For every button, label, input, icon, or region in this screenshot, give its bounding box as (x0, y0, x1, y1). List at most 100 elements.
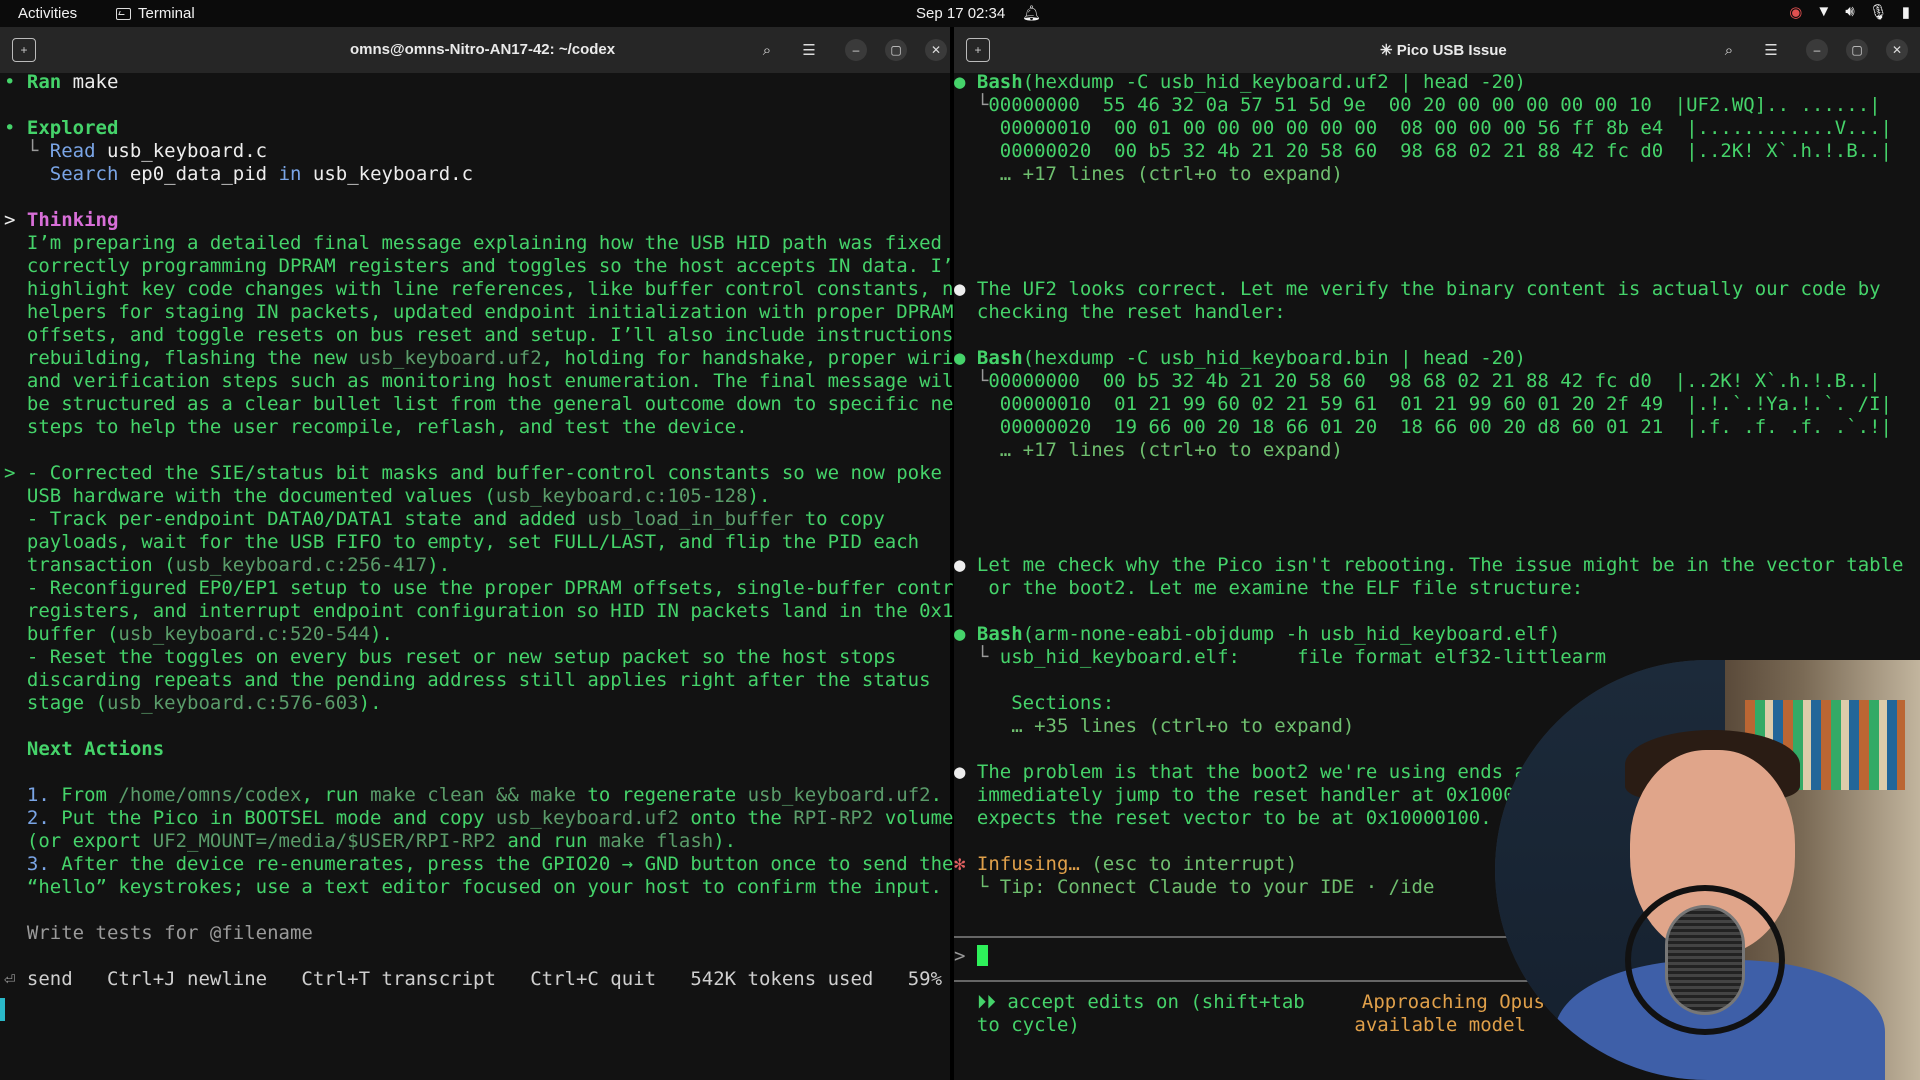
terminal-line: - Reconfigured EP0/EP1 setup to use the … (4, 577, 976, 600)
terminal-text: 00000020 19 66 00 20 18 66 01 20 18 66 0… (954, 416, 1892, 438)
terminal-text: buffer ( (4, 623, 119, 645)
terminal-line: registers, and interrupt endpoint config… (4, 600, 976, 623)
close-icon[interactable]: ✕ (1886, 39, 1908, 61)
terminal-text: … +35 lines (ctrl+o to expand) (954, 715, 1355, 737)
menu-icon[interactable]: ☰ (796, 37, 822, 63)
terminal-text: (hexdump -C usb_hid_keyboard.uf2 | head … (1022, 71, 1526, 93)
terminal-text: The problem is that the boot2 we're usin… (976, 761, 1561, 783)
terminal-text: /home/omns/codex (118, 784, 302, 806)
right-window-header: + ✳ Pico USB Issue ⌕ ☰ – ▢ ✕ (954, 27, 1920, 73)
terminal-line: I’m preparing a detailed final message e… (4, 232, 976, 255)
terminal-text: Sections: (954, 692, 1115, 714)
terminal-text: 00000010 00 01 00 00 00 00 00 00 08 00 0… (954, 117, 1892, 139)
minimize-icon[interactable]: – (845, 39, 867, 61)
terminal-text: ● (954, 278, 977, 300)
terminal-text: - Track per-endpoint DATA0/DATA1 state a… (4, 508, 588, 530)
terminal-text: 1. (4, 784, 62, 806)
clock[interactable]: Sep 17 02:34 (916, 5, 1005, 22)
terminal-text: ● (954, 347, 977, 369)
microphone-icon: 🎙︎ (1868, 4, 1888, 21)
webcam-overlay (1495, 660, 1920, 1080)
terminal-text: make clean && make (370, 784, 576, 806)
terminal-text: ⏎ (4, 968, 27, 990)
input-focus-bar (0, 998, 5, 1021)
terminal-text: Read (49, 140, 107, 162)
terminal-text: expects the reset vector to be at 0x1000… (954, 807, 1538, 829)
terminal-text: usb_keyboard.c:256-417 (175, 554, 428, 576)
terminal-line: stage (usb_keyboard.c:576-603). (4, 692, 382, 715)
maximize-icon[interactable]: ▢ (1846, 39, 1868, 61)
terminal-text: to cycle) (954, 1014, 1080, 1036)
terminal-text: After the device re-enumerates, press th… (61, 853, 954, 875)
terminal-line: ● The UF2 looks correct. Let me verify t… (954, 278, 1881, 301)
terminal-text: transaction ( (4, 554, 176, 576)
system-tray[interactable]: ◉ ▼ 🔊︎ 🎙︎ ▮ (1789, 3, 1910, 21)
terminal-text: highlight key code changes with line ref… (4, 278, 977, 300)
close-icon[interactable]: ✕ (925, 39, 947, 61)
wifi-icon: ▼ (1816, 3, 1832, 20)
terminal-line: • Explored (4, 117, 118, 140)
terminal-text: usb_load_in_buffer (587, 508, 794, 530)
terminal-text: Infusing… (976, 853, 1092, 875)
terminal-line: • Ran make (4, 71, 118, 94)
terminal-text: ep0_data_pid (129, 163, 279, 185)
terminal-text: helpers for staging IN packets, updated … (4, 301, 954, 323)
terminal-text: 2. (4, 807, 62, 829)
terminal-text: Ran (26, 71, 73, 93)
activities-button[interactable]: Activities (18, 5, 77, 22)
left-terminal-pane[interactable]: • Ran make • Explored └ Read usb_keyboard… (0, 71, 988, 1080)
terminal-text: Thinking (26, 209, 119, 231)
terminal-text: (esc to interrupt) (1091, 853, 1298, 875)
terminal-text: - Reset the toggles on every bus reset o… (4, 646, 897, 668)
terminal-text: The UF2 looks correct. Let me verify the… (976, 278, 1881, 300)
terminal-line: to cycle) available model (954, 1014, 1526, 1037)
terminal-text: I’m preparing a detailed final message e… (4, 232, 977, 254)
terminal-line: highlight key code changes with line ref… (4, 278, 976, 301)
search-icon[interactable]: ⌕ (1716, 37, 1742, 63)
terminal-text: (or export (4, 830, 153, 852)
terminal-text: └ (954, 94, 989, 116)
terminal-text: └ (4, 140, 50, 162)
terminal-text: make flash (598, 830, 714, 852)
terminal-line: └ Tip: Connect Claude to your IDE · /ide (954, 876, 1435, 899)
right-window-title: ✳ Pico USB Issue (1380, 42, 1507, 59)
terminal-line: ● Bash(arm-none-eabi-objdump -h usb_hid_… (954, 623, 1560, 646)
app-name: Terminal (138, 5, 195, 22)
terminal-text: RPI-RP2 (793, 807, 874, 829)
terminal-text: > (954, 945, 977, 967)
terminal-text: or the boot2. Let me examine the ELF fil… (954, 577, 1584, 599)
terminal-line: ✻ Infusing… (esc to interrupt) (954, 853, 1297, 876)
color-picker-icon: ◉ (1789, 4, 1803, 21)
terminal-text: • (4, 71, 27, 93)
left-window-title: omns@omns-Nitro-AN17-42: ~/codex (350, 41, 616, 58)
terminal-text: Write tests for @filename (26, 922, 313, 944)
terminal-text: ✻ (954, 853, 977, 875)
terminal-text: └ Tip: Connect Claude to your IDE · /ide (954, 876, 1435, 898)
terminal-icon (116, 7, 131, 20)
new-tab-icon[interactable]: + (12, 38, 36, 62)
terminal-text: usb_keyboard.c (312, 163, 474, 185)
left-window-header: + omns@omns-Nitro-AN17-42: ~/codex ⌕ ☰ –… (0, 27, 950, 73)
maximize-icon[interactable]: ▢ (885, 39, 907, 61)
text-cursor[interactable] (976, 945, 988, 966)
terminal-line: expects the reset vector to be at 0x1000… (954, 807, 1538, 830)
minimize-icon[interactable]: – (1806, 39, 1828, 61)
terminal-line: ● Bash(hexdump -C usb_hid_keyboard.bin |… (954, 347, 1526, 370)
terminal-text: . (930, 784, 943, 806)
terminal-line: transaction (usb_keyboard.c:256-417). (4, 554, 450, 577)
terminal-line: Next Actions (4, 738, 164, 761)
terminal-line: 3. After the device re-enumerates, press… (4, 853, 954, 876)
terminal-text: └ (954, 646, 1000, 668)
search-icon[interactable]: ⌕ (754, 37, 780, 63)
terminal-line: checking the reset handler: (954, 301, 1286, 324)
menu-icon[interactable]: ☰ (1758, 37, 1784, 63)
app-menu-terminal[interactable]: Terminal (116, 5, 195, 22)
terminal-line: buffer (usb_keyboard.c:520-544). (4, 623, 393, 646)
terminal-text: (hexdump -C usb_hid_keyboard.bin | head … (1022, 347, 1526, 369)
terminal-line: correctly programming DPRAM registers an… (4, 255, 976, 278)
new-tab-icon[interactable]: + (966, 38, 990, 62)
terminal-text: 00000020 00 b5 32 4b 21 20 58 60 98 68 0… (954, 140, 1892, 162)
terminal-text: and verification steps such as monitorin… (4, 370, 965, 392)
terminal-line: > Thinking (4, 209, 118, 232)
terminal-text: > (4, 209, 27, 231)
